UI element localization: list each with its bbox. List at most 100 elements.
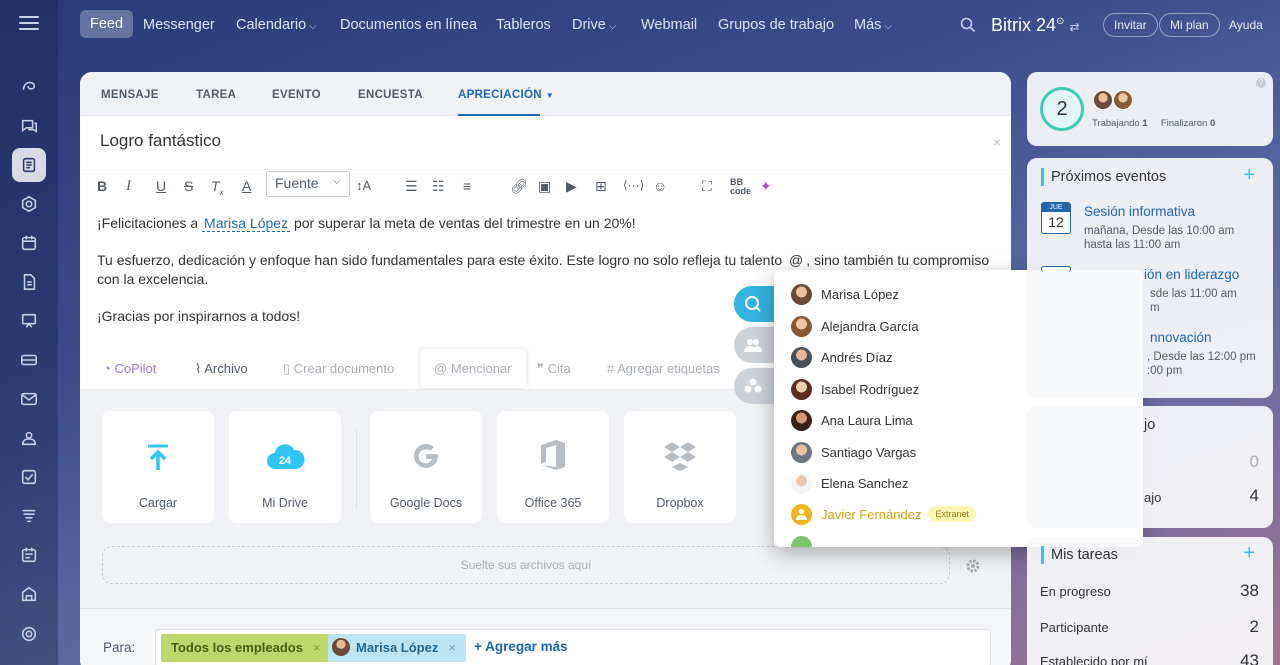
event-title[interactable]: Sesión informativa <box>1084 204 1195 219</box>
nav-calendario[interactable]: Calendario ⌵ <box>236 17 317 33</box>
clear-format-icon[interactable]: Tx <box>211 178 224 197</box>
upload-office365-button[interactable]: Office 365 <box>497 411 609 523</box>
nav-messenger[interactable]: Messenger <box>143 17 215 33</box>
task-row[interactable]: En progreso 38 <box>1040 581 1259 606</box>
mention-option[interactable]: Alejandra García <box>791 315 919 337</box>
copilot-button[interactable]: ◔ CoPilot <box>103 361 156 376</box>
nav-webmail[interactable]: Webmail <box>641 17 697 33</box>
mention-button[interactable]: @ Mencionar <box>420 349 526 388</box>
tab-encuesta[interactable]: ENCUESTA <box>358 89 423 101</box>
code-icon[interactable]: ⟨···⟩ <box>623 178 644 192</box>
mention-tag[interactable]: Marisa López <box>202 215 291 232</box>
fullscreen-icon[interactable]: ⛶ <box>702 178 712 195</box>
upload-local-button[interactable]: Cargar <box>102 411 214 523</box>
tags-button[interactable]: # Agregar etiquetas <box>607 361 720 376</box>
mention-option[interactable]: Santiago Vargas <box>791 441 916 463</box>
post-title[interactable]: Logro fantástico <box>100 131 221 151</box>
nav-mas[interactable]: Más ⌵ <box>854 17 892 33</box>
tab-evento[interactable]: EVENTO <box>272 89 321 101</box>
gear-icon[interactable] <box>965 558 981 574</box>
remove-icon[interactable]: × <box>448 640 456 655</box>
recipient-chip-person[interactable]: Marisa López × <box>328 634 466 662</box>
settings-switch-icon[interactable]: ⇄ <box>1069 20 1079 34</box>
sidebar-drive-icon[interactable] <box>12 343 46 377</box>
sidebar-copilot-icon[interactable] <box>12 70 46 104</box>
sidebar-feed-icon[interactable] <box>12 148 46 182</box>
task-row[interactable]: Establecido por mí 43 <box>1040 651 1259 665</box>
link-icon[interactable]: 🔗︎ <box>510 178 528 195</box>
add-task-icon[interactable]: + <box>1243 542 1255 565</box>
task-row[interactable]: Participante 2 <box>1040 617 1259 642</box>
file-button[interactable]: ⌇ Archivo <box>195 361 248 377</box>
table-icon[interactable]: ⊞ <box>595 178 607 195</box>
sidebar-chat-icon[interactable] <box>12 109 46 143</box>
mention-option[interactable]: Ana Laura Lima <box>791 409 913 431</box>
remove-icon[interactable]: × <box>313 640 321 655</box>
mention-option[interactable]: Marisa López <box>791 283 899 305</box>
sidebar-planner-icon[interactable] <box>12 538 46 572</box>
people-fab[interactable] <box>734 327 774 363</box>
sidebar-store-icon[interactable] <box>12 577 46 611</box>
event-title[interactable]: nnovación <box>1150 330 1212 345</box>
sidebar-groups-icon[interactable] <box>12 421 46 455</box>
mention-option[interactable]: Isabel Rodríguez <box>791 378 919 400</box>
font-size-icon[interactable]: ↕A <box>356 178 371 193</box>
sidebar-calendar-icon[interactable] <box>12 226 46 260</box>
add-recipients-link[interactable]: + Agregar más <box>474 639 568 654</box>
align-icon[interactable]: ≡ <box>463 178 471 194</box>
menu-icon[interactable] <box>19 16 39 32</box>
video-icon[interactable]: ▶ <box>566 178 577 195</box>
strikethrough-icon[interactable]: S <box>184 178 193 194</box>
worktime-counter[interactable]: 2 <box>1040 87 1084 131</box>
sidebar-sites-icon[interactable] <box>12 187 46 221</box>
sidebar-settings-icon[interactable] <box>12 617 46 651</box>
mention-option-extranet[interactable]: Javier Fernández Extranet <box>791 503 976 525</box>
bold-icon[interactable]: B <box>97 178 107 194</box>
sidebar-docs-icon[interactable] <box>12 265 46 299</box>
search-icon[interactable] <box>960 17 976 33</box>
groups-fab[interactable] <box>734 368 774 404</box>
tab-mensaje[interactable]: MENSAJE <box>101 89 159 101</box>
italic-icon[interactable]: I <box>126 178 131 195</box>
upload-mydrive-button[interactable]: 24 Mi Drive <box>229 411 341 523</box>
copilot-chat-fab[interactable] <box>734 286 774 322</box>
image-icon[interactable]: ▣ <box>538 178 551 195</box>
underline-icon[interactable]: U <box>156 178 166 194</box>
nav-tableros[interactable]: Tableros <box>496 17 551 33</box>
nav-feed[interactable]: Feed <box>80 10 134 38</box>
upload-dropbox-button[interactable]: Dropbox <box>624 411 736 523</box>
bbcode-icon[interactable]: BB code <box>730 178 751 196</box>
nav-drive[interactable]: Drive ⌵ <box>572 17 616 33</box>
quote-button[interactable]: ❞ Cita <box>537 361 571 377</box>
sidebar-board-icon[interactable] <box>12 304 46 338</box>
font-select[interactable]: Fuente ⌵ <box>266 171 350 197</box>
add-event-icon[interactable]: + <box>1243 164 1255 187</box>
drop-zone[interactable]: Suelte sus archivos aquí <box>102 546 950 584</box>
tab-apreciacion[interactable]: APRECIACIÓN ▼ <box>458 89 554 116</box>
numbered-list-icon[interactable]: ☰ <box>405 178 418 195</box>
mention-option[interactable]: Elena Sanchez <box>791 472 908 494</box>
title-field[interactable]: Logro fantástico × <box>80 116 1011 170</box>
invite-button[interactable]: Invitar <box>1103 13 1158 37</box>
help-icon[interactable]: ? <box>1256 78 1266 88</box>
mention-option[interactable]: Andrés Díaz <box>791 346 893 368</box>
plan-button[interactable]: Mi plan <box>1159 13 1220 37</box>
recipients-field[interactable]: Todos los empleados × Marisa López × + Agr… <box>155 629 991 665</box>
nav-documentos[interactable]: Documentos en línea <box>340 17 477 33</box>
text-color-icon[interactable]: A <box>242 178 251 194</box>
ai-image-icon[interactable]: ✦ <box>760 178 772 195</box>
tab-tarea[interactable]: TAREA <box>196 89 236 101</box>
create-doc-button[interactable]: ▯ Crear documento <box>283 361 394 377</box>
nav-grupos[interactable]: Grupos de trabajo <box>718 17 834 33</box>
recipient-chip-all[interactable]: Todos los empleados × <box>161 634 331 662</box>
emoji-icon[interactable]: ☺ <box>653 178 667 194</box>
sidebar-mail-icon[interactable] <box>12 382 46 416</box>
close-icon[interactable]: × <box>993 134 1001 150</box>
upload-googledocs-button[interactable]: Google Docs <box>370 411 482 523</box>
mention-option-partial[interactable] <box>791 535 821 547</box>
help-link[interactable]: Ayuda <box>1229 18 1263 32</box>
sidebar-tasks-icon[interactable] <box>12 460 46 494</box>
sidebar-crm-icon[interactable] <box>12 499 46 533</box>
event-title[interactable]: ión en liderazgo <box>1144 267 1239 282</box>
bullet-list-icon[interactable]: ☷ <box>432 178 445 195</box>
